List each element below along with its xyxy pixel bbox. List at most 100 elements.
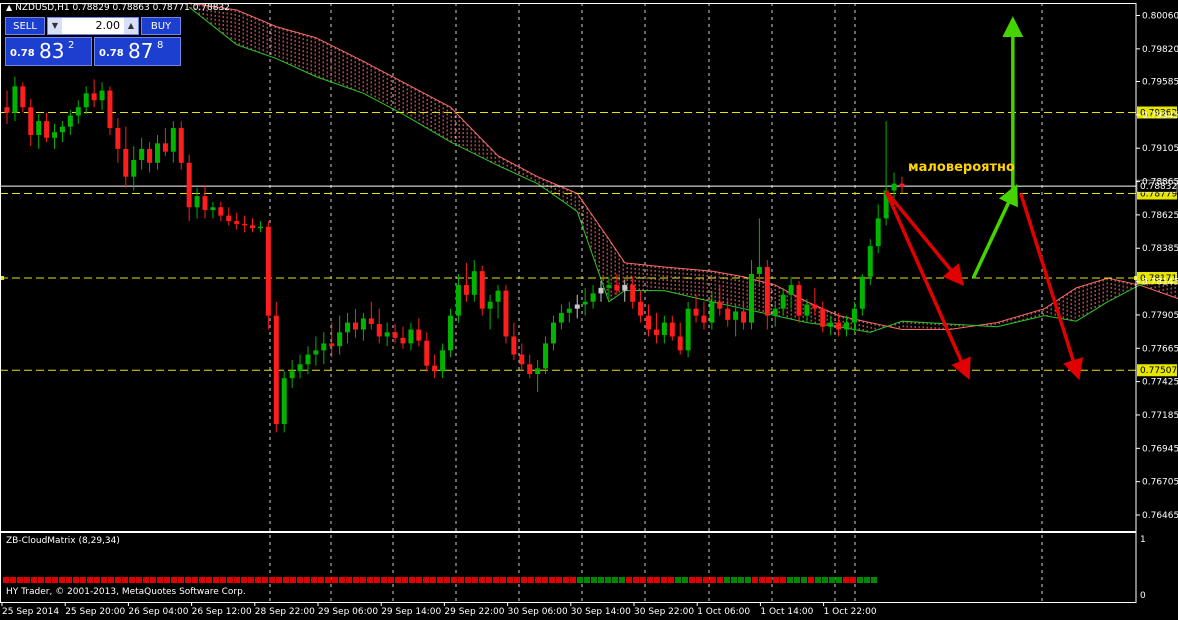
price-chart[interactable]: 0.793620.787790.781710.775070.78832 0.80…: [0, 0, 1178, 620]
indicator-cell: [80, 577, 86, 583]
x-tick-label: 29 Sep 06:00: [318, 607, 378, 617]
indicator-cell: [143, 577, 149, 583]
candle-body: [226, 215, 232, 222]
indicator-cell: [24, 577, 30, 583]
candle-body: [313, 350, 319, 355]
indicator-cell: [458, 577, 464, 583]
indicator-cell: [304, 577, 310, 583]
candle-body: [416, 329, 422, 341]
sell-quote[interactable]: 0.78 83 2: [5, 37, 92, 66]
candle-body: [820, 308, 826, 327]
candle-body: [590, 293, 596, 302]
candle-body: [495, 290, 501, 302]
buy-button[interactable]: BUY: [141, 17, 181, 35]
candle-body: [653, 329, 659, 336]
annotation-unlikely: маловероятно: [908, 160, 1015, 175]
x-tick-label: 30 Sep 22:00: [634, 607, 694, 617]
candle-body: [463, 285, 469, 295]
candle-body: [178, 128, 184, 163]
x-tick-label: 25 Sep 20:00: [65, 607, 125, 617]
y-tick-label: 0.79105: [1142, 144, 1178, 154]
candle-body: [582, 301, 588, 305]
indicator-cell: [367, 577, 373, 583]
indicator-cell: [122, 577, 128, 583]
candle-body: [859, 276, 865, 309]
y-tick-label: 0.76945: [1142, 444, 1178, 454]
indicator-cell: [430, 577, 436, 583]
indicator-cell: [136, 577, 142, 583]
indicator-cell: [836, 577, 842, 583]
indicator-cell: [591, 577, 597, 583]
y-tick-label: 0.80060: [1142, 12, 1178, 22]
indicator-cell: [479, 577, 485, 583]
indicator-cell: [346, 577, 352, 583]
candle-body: [4, 107, 10, 113]
price-level-lines: 0.793620.787790.781710.775070.78832: [0, 106, 1177, 377]
candle-body: [194, 196, 200, 208]
indicator-cell: [738, 577, 744, 583]
sell-quote-prefix: 0.78: [10, 48, 35, 59]
candles: [4, 76, 905, 433]
indicator-cell: [766, 577, 772, 583]
cloud-lower-line: [188, 6, 1178, 333]
sell-button[interactable]: SELL: [5, 17, 45, 35]
indicator-cell: [164, 577, 170, 583]
x-tick-label: 28 Sep 22:00: [255, 607, 315, 617]
candle-body: [376, 323, 382, 337]
candle-body: [321, 343, 327, 351]
candle-body: [622, 285, 628, 291]
indicator-cell: [507, 577, 513, 583]
candle-body: [875, 218, 881, 247]
chart-header: ▲ NZDUSD,H1 0.78829 0.78863 0.78771 0.788…: [6, 3, 230, 13]
x-tick-label: 30 Sep 14:00: [571, 607, 631, 617]
candle-body: [733, 311, 739, 320]
x-tick-label: 30 Sep 06:00: [508, 607, 568, 617]
indicator-cell: [115, 577, 121, 583]
x-tick-label: 26 Sep 04:00: [128, 607, 188, 617]
indicator-cell: [66, 577, 72, 583]
cloud-upper-line: [189, 2, 1178, 331]
candle-body: [265, 226, 271, 316]
candle-body: [630, 285, 636, 302]
indicator-cell: [3, 577, 9, 583]
indicator-cell: [150, 577, 156, 583]
candle-body: [392, 332, 398, 338]
indicator-cell: [647, 577, 653, 583]
candle-body: [511, 336, 517, 355]
forecast-arrow: [884, 190, 965, 287]
y-tick-label: 0.76465: [1142, 511, 1178, 521]
candle-body: [471, 271, 477, 295]
candle-body: [162, 143, 168, 152]
candle-body: [550, 322, 556, 344]
lot-size-field[interactable]: ▼ 2.00 ▲: [47, 17, 139, 35]
indicator-cell: [206, 577, 212, 583]
indicator-cell: [374, 577, 380, 583]
indicator-cell: [423, 577, 429, 583]
candle-body: [487, 301, 493, 309]
indicator-cell: [605, 577, 611, 583]
indicator-cell: [213, 577, 219, 583]
candle-body: [154, 143, 160, 163]
lot-size-value[interactable]: 2.00: [64, 18, 122, 34]
lot-increase-icon[interactable]: ▲: [124, 18, 138, 34]
indicator-cell: [521, 577, 527, 583]
candle-body: [52, 132, 58, 138]
indicator-cell: [640, 577, 646, 583]
indicator-cell: [829, 577, 835, 583]
candle-body: [337, 332, 343, 347]
buy-quote[interactable]: 0.78 87 8: [94, 37, 181, 66]
indicator-cell: [528, 577, 534, 583]
y-tick-label: 0.77185: [1142, 411, 1178, 421]
y-tick-label: 0.79585: [1142, 78, 1178, 88]
indicator-cell: [549, 577, 555, 583]
lot-decrease-icon[interactable]: ▼: [48, 18, 62, 34]
indicator-cell: [290, 577, 296, 583]
candle-body: [756, 267, 762, 274]
candle-body: [566, 308, 572, 313]
candle-body: [804, 304, 810, 316]
candle-body: [574, 304, 580, 309]
candle-body: [661, 322, 667, 336]
candle-body: [638, 301, 644, 316]
indicator-cell: [724, 577, 730, 583]
candle-body: [614, 285, 620, 291]
